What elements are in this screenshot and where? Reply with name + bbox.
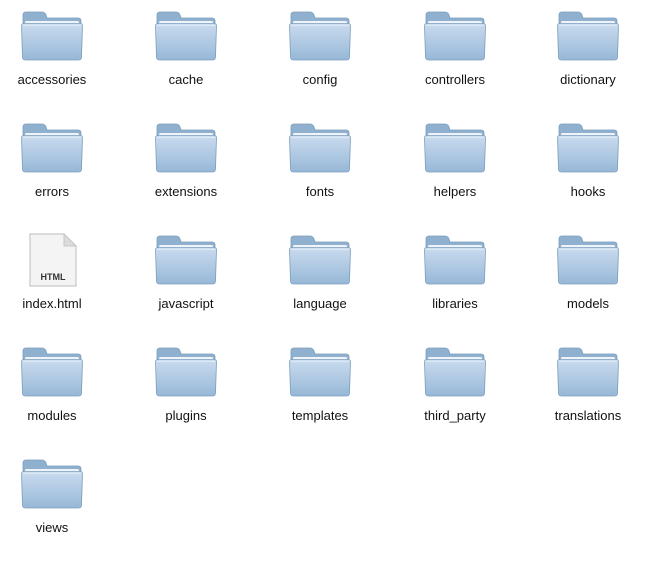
folder-item[interactable]: templates — [255, 339, 385, 451]
html-badge-text: HTML — [41, 272, 66, 282]
item-label: models — [567, 296, 609, 311]
folder-item[interactable]: libraries — [390, 227, 520, 339]
folder-item[interactable]: errors — [0, 115, 117, 227]
folder-icon[interactable] — [288, 121, 352, 175]
folder-icon[interactable] — [288, 345, 352, 399]
folder-item[interactable]: plugins — [121, 339, 251, 451]
folder-icon[interactable] — [288, 9, 352, 63]
folder-item[interactable]: extensions — [121, 115, 251, 227]
folder-item[interactable]: third_party — [390, 339, 520, 451]
item-label: errors — [35, 184, 69, 199]
folder-icon[interactable] — [154, 9, 218, 63]
folder-item[interactable]: fonts — [255, 115, 385, 227]
folder-item[interactable]: helpers — [390, 115, 520, 227]
file-item[interactable]: HTML index.html — [0, 227, 117, 339]
item-label: index.html — [22, 296, 82, 311]
item-label: modules — [27, 408, 77, 423]
item-label: hooks — [570, 184, 606, 199]
item-label: templates — [291, 408, 349, 423]
folder-icon[interactable] — [423, 121, 487, 175]
folder-item[interactable]: dictionary — [523, 3, 653, 115]
folder-icon[interactable] — [288, 233, 352, 287]
item-label: libraries — [432, 296, 478, 311]
item-label: helpers — [433, 184, 477, 199]
folder-icon[interactable] — [20, 9, 84, 63]
folder-item[interactable]: controllers — [390, 3, 520, 115]
item-label: translations — [554, 408, 622, 423]
item-label: cache — [168, 72, 204, 87]
folder-item[interactable]: hooks — [523, 115, 653, 227]
folder-item[interactable]: javascript — [121, 227, 251, 339]
item-label: fonts — [305, 184, 335, 199]
item-label: dictionary — [560, 72, 616, 87]
folder-item[interactable]: cache — [121, 3, 251, 115]
folder-item[interactable]: language — [255, 227, 385, 339]
folder-item[interactable]: translations — [523, 339, 653, 451]
html-document-icon[interactable]: HTML — [20, 233, 84, 287]
folder-item[interactable]: models — [523, 227, 653, 339]
folder-icon[interactable] — [154, 233, 218, 287]
item-label: config — [302, 72, 338, 87]
folder-icon[interactable] — [20, 121, 84, 175]
folder-item[interactable]: modules — [0, 339, 117, 451]
folder-icon[interactable] — [20, 457, 84, 511]
item-label: extensions — [154, 184, 218, 199]
folder-icon[interactable] — [556, 345, 620, 399]
item-label: views — [35, 520, 69, 535]
folder-item[interactable]: views — [0, 451, 117, 563]
item-label: controllers — [425, 72, 485, 87]
item-label: language — [293, 296, 347, 311]
folder-icon[interactable] — [423, 233, 487, 287]
folder-icon[interactable] — [556, 121, 620, 175]
folder-item[interactable]: accessories — [0, 3, 117, 115]
folder-icon[interactable] — [556, 9, 620, 63]
item-label: accessories — [17, 72, 87, 87]
item-label: javascript — [158, 296, 214, 311]
folder-item[interactable]: config — [255, 3, 385, 115]
item-label: plugins — [165, 408, 207, 423]
folder-icon[interactable] — [556, 233, 620, 287]
item-label: third_party — [424, 408, 486, 423]
finder-icon-grid: accessories cache config controllers dic… — [0, 0, 659, 552]
folder-icon[interactable] — [423, 9, 487, 63]
folder-icon[interactable] — [423, 345, 487, 399]
folder-icon[interactable] — [20, 345, 84, 399]
folder-icon[interactable] — [154, 345, 218, 399]
folder-icon[interactable] — [154, 121, 218, 175]
